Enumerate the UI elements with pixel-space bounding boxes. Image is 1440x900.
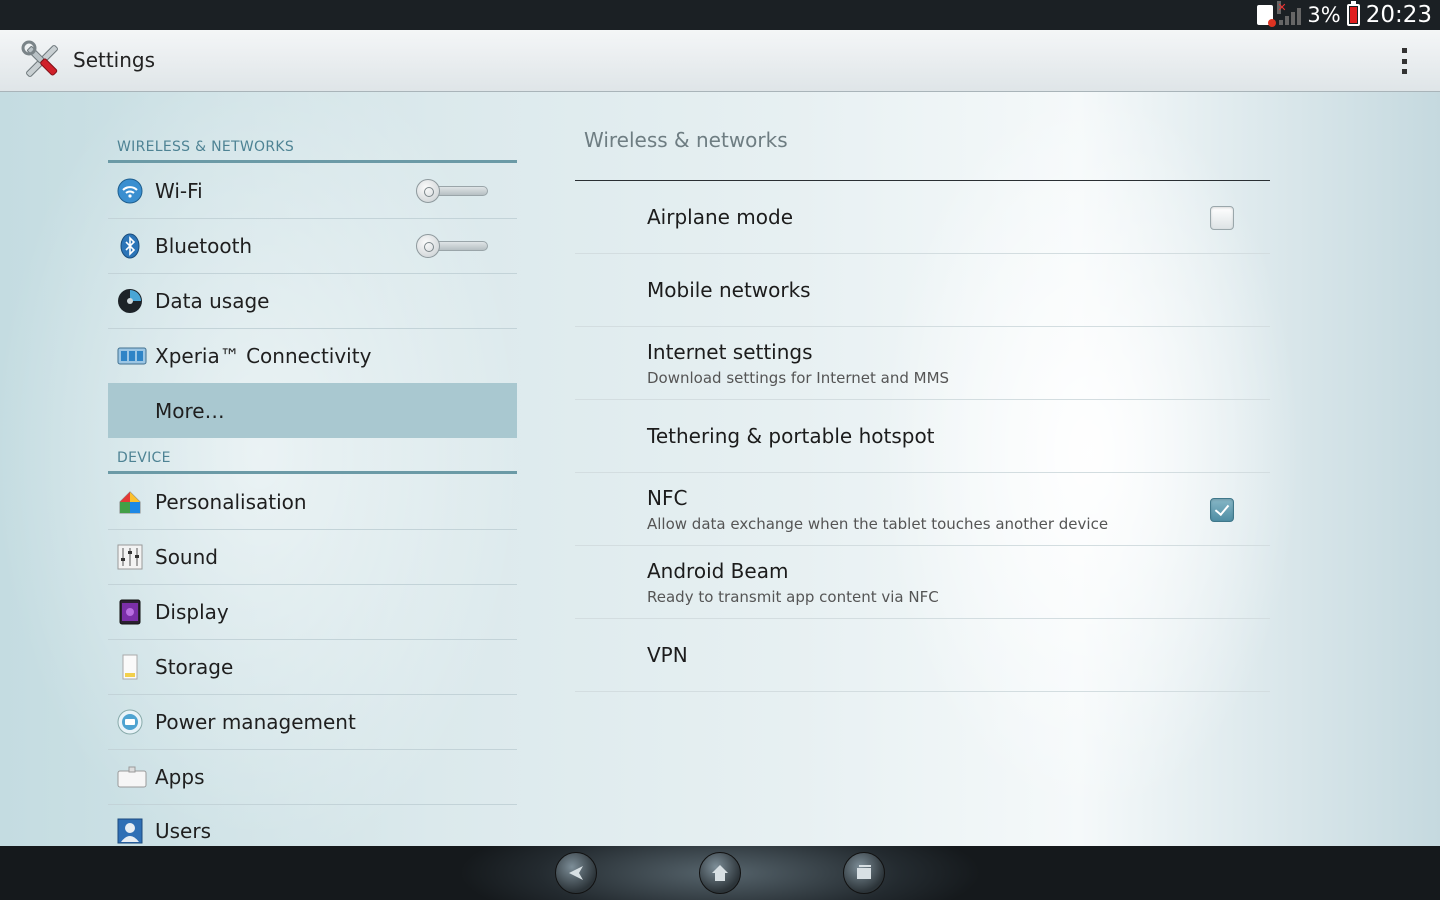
pref-summary: Allow data exchange when the tablet touc… [647,515,1109,533]
battery-low-icon [1346,1,1360,26]
sidebar-item-label: Power management [155,710,356,734]
pref-vpn[interactable]: VPN [575,619,1270,692]
wifi-toggle[interactable] [416,179,490,203]
navigation-bar [0,846,1440,900]
pref-title: Tethering & portable hotspot [647,424,935,448]
pref-nfc[interactable]: NFC Allow data exchange when the tablet … [575,473,1270,546]
recent-apps-icon[interactable] [843,852,885,894]
sidebar-item-label: Apps [155,765,205,789]
pref-airplane-mode[interactable]: Airplane mode [575,181,1270,254]
category-header-wireless: WIRELESS & NETWORKS [108,129,517,163]
sidebar-item-label: Wi-Fi [155,179,203,203]
sidebar-item-label: Personalisation [155,490,307,514]
content-area: WIRELESS & NETWORKS Wi-Fi Bluetooth Data… [0,92,1440,859]
bluetooth-icon [117,233,143,259]
pref-summary: Ready to transmit app content via NFC [647,588,939,606]
airplane-mode-checkbox[interactable] [1210,206,1234,230]
pref-summary: Download settings for Internet and MMS [647,369,950,387]
overflow-menu-icon[interactable] [1394,46,1414,76]
wifi-icon [117,178,143,204]
sim-missing-icon [1257,5,1277,27]
power-management-icon [117,709,143,735]
settings-tools-icon[interactable] [20,39,64,83]
sidebar-item-label: Bluetooth [155,234,253,258]
settings-headers-list: WIRELESS & NETWORKS Wi-Fi Bluetooth Data… [108,92,517,859]
sidebar-item-apps[interactable]: Apps [108,750,517,805]
status-bar: ✕ 3% 20:23 [0,0,1440,30]
sidebar-item-label: More… [155,398,225,423]
bluetooth-toggle[interactable] [416,234,490,258]
nfc-checkbox[interactable] [1210,498,1234,522]
pref-title: NFC [647,486,688,510]
apps-icon [117,764,147,790]
sidebar-item-label: Sound [155,545,218,569]
sidebar-item-xperia-connectivity[interactable]: Xperia™ Connectivity [108,329,517,384]
page-title: Settings [73,48,156,72]
sidebar-item-label: Data usage [155,289,270,313]
back-icon[interactable] [555,852,597,894]
battery-percent: 3% [1307,3,1341,27]
sound-icon [117,544,143,570]
pref-title: Internet settings [647,340,813,364]
sidebar-item-personalisation[interactable]: Personalisation [108,475,517,530]
sidebar-item-label: Users [155,819,212,843]
users-icon [117,818,143,844]
clock: 20:23 [1365,2,1432,28]
sidebar-item-more[interactable]: More… [108,383,517,438]
pref-title: Android Beam [647,559,789,583]
pane-title: Wireless & networks [584,128,788,152]
pref-title: Mobile networks [647,278,811,302]
personalisation-icon [117,489,143,515]
status-icons: ✕ 3% 20:23 [1257,0,1432,30]
signal-icon: ✕ [1277,1,1302,25]
sidebar-item-wifi[interactable]: Wi-Fi [108,164,517,219]
sidebar-item-label: Storage [155,655,234,679]
sidebar-item-power-management[interactable]: Power management [108,695,517,750]
pref-title: Airplane mode [647,205,794,229]
preference-pane: Wireless & networks Airplane mode Mobile… [575,92,1270,846]
sidebar-item-sound[interactable]: Sound [108,530,517,585]
sidebar-item-storage[interactable]: Storage [108,640,517,695]
pref-mobile-networks[interactable]: Mobile networks [575,254,1270,327]
sidebar-item-label: Display [155,600,229,624]
sidebar-item-display[interactable]: Display [108,585,517,640]
pref-title: VPN [647,643,688,667]
sidebar-item-data-usage[interactable]: Data usage [108,274,517,329]
connectivity-icon [117,343,147,369]
storage-icon [117,654,143,680]
display-icon [117,599,143,625]
sidebar-item-label: Xperia™ Connectivity [155,344,372,368]
pref-tethering-hotspot[interactable]: Tethering & portable hotspot [575,400,1270,473]
data-usage-icon [117,288,143,314]
pref-android-beam[interactable]: Android Beam Ready to transmit app conte… [575,546,1270,619]
pref-internet-settings[interactable]: Internet settings Download settings for … [575,327,1270,400]
action-bar: Settings [0,30,1440,92]
category-header-device: DEVICE [108,440,517,474]
home-icon[interactable] [699,852,741,894]
sidebar-item-bluetooth[interactable]: Bluetooth [108,219,517,274]
